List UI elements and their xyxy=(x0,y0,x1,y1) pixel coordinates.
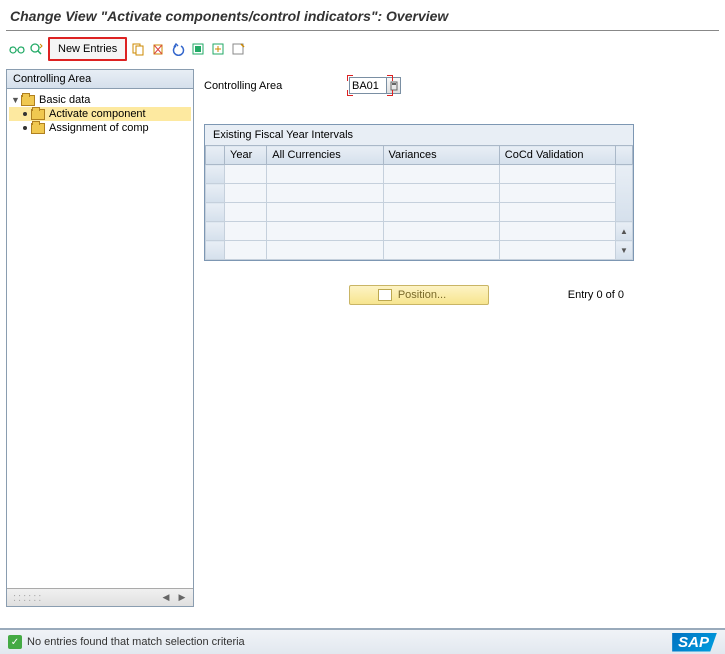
col-year[interactable]: Year xyxy=(225,146,267,165)
row-selector[interactable] xyxy=(206,184,225,203)
cell[interactable] xyxy=(499,222,615,241)
toolbar: New Entries xyxy=(0,31,725,69)
fiscal-year-table: Existing Fiscal Year Intervals Year All … xyxy=(204,124,634,261)
row-selector[interactable] xyxy=(206,222,225,241)
scroll-down-icon[interactable]: ▼ xyxy=(616,241,633,260)
cell[interactable] xyxy=(383,184,499,203)
controlling-area-row: Controlling Area xyxy=(204,77,715,94)
cell[interactable] xyxy=(267,241,383,260)
col-cocd-validation[interactable]: CoCd Validation xyxy=(499,146,615,165)
cell[interactable] xyxy=(383,241,499,260)
controlling-area-label: Controlling Area xyxy=(204,80,349,92)
cell[interactable] xyxy=(267,184,383,203)
scroll-left-icon[interactable]: ◀ xyxy=(159,591,173,605)
copy-icon[interactable] xyxy=(129,40,147,58)
sap-logo: SAP xyxy=(672,633,717,652)
position-icon xyxy=(378,289,392,301)
glasses-icon[interactable] xyxy=(8,40,26,58)
tree-label: Assignment of comp xyxy=(49,122,149,134)
controlling-area-input[interactable] xyxy=(349,77,387,94)
table-title: Existing Fiscal Year Intervals xyxy=(205,125,633,145)
position-label: Position... xyxy=(398,289,446,301)
scroll-up-icon[interactable]: ▲ xyxy=(616,222,633,241)
undo-icon[interactable] xyxy=(169,40,187,58)
cell[interactable] xyxy=(267,203,383,222)
tree-label: Activate component xyxy=(49,108,146,120)
select-all-icon[interactable] xyxy=(189,40,207,58)
sidebar-hscroll: :::::: ◀ ▶ xyxy=(7,588,193,606)
status-check-icon: ✓ xyxy=(8,635,22,649)
deselect-all-icon[interactable] xyxy=(229,40,247,58)
tree-node-assignment[interactable]: Assignment of comp xyxy=(9,121,191,135)
tree: ▼ Basic data Activate component Assignme… xyxy=(7,89,193,588)
cell[interactable] xyxy=(499,241,615,260)
bullet-icon xyxy=(23,126,27,130)
sidebar: Controlling Area ▼ Basic data Activate c… xyxy=(6,69,194,607)
tree-node-activate-component[interactable]: Activate component xyxy=(9,107,191,121)
row-selector[interactable] xyxy=(206,165,225,184)
position-button[interactable]: Position... xyxy=(349,285,489,305)
content-area: Controlling Area ▼ Basic data Activate c… xyxy=(0,69,725,607)
page-title: Change View "Activate components/control… xyxy=(0,0,725,30)
row-selector[interactable] xyxy=(206,203,225,222)
position-row: Position... Entry 0 of 0 xyxy=(204,285,634,305)
cell[interactable] xyxy=(225,203,267,222)
tree-node-basic-data[interactable]: ▼ Basic data xyxy=(9,93,191,107)
cell[interactable] xyxy=(383,203,499,222)
vscroll-track[interactable] xyxy=(616,165,633,222)
table-grid: Year All Currencies Variances CoCd Valid… xyxy=(205,145,633,260)
cell[interactable] xyxy=(225,184,267,203)
cell[interactable] xyxy=(225,241,267,260)
scroll-right-icon[interactable]: ▶ xyxy=(175,591,189,605)
status-bar: ✓ No entries found that match selection … xyxy=(0,628,725,654)
new-entries-button[interactable]: New Entries xyxy=(48,37,127,61)
folder-icon xyxy=(31,109,45,120)
cell[interactable] xyxy=(499,184,615,203)
bullet-icon xyxy=(23,112,27,116)
find-icon[interactable] xyxy=(28,40,46,58)
folder-icon xyxy=(31,123,45,134)
folder-open-icon xyxy=(21,95,35,106)
cell[interactable] xyxy=(499,165,615,184)
sidebar-header: Controlling Area xyxy=(7,70,193,89)
status-message: No entries found that match selection cr… xyxy=(27,636,245,648)
col-all-currencies[interactable]: All Currencies xyxy=(267,146,383,165)
select-block-icon[interactable] xyxy=(209,40,227,58)
main-panel: Controlling Area Existing Fiscal Year In… xyxy=(194,69,725,607)
delete-icon[interactable] xyxy=(149,40,167,58)
cell[interactable] xyxy=(383,165,499,184)
tree-label: Basic data xyxy=(39,94,90,106)
cell[interactable] xyxy=(225,165,267,184)
cell[interactable] xyxy=(225,222,267,241)
col-variances[interactable]: Variances xyxy=(383,146,499,165)
table-corner[interactable] xyxy=(206,146,225,165)
cell[interactable] xyxy=(267,165,383,184)
vscroll-header xyxy=(616,146,633,165)
row-selector[interactable] xyxy=(206,241,225,260)
collapse-icon[interactable]: ▼ xyxy=(11,95,21,105)
cell[interactable] xyxy=(383,222,499,241)
cell[interactable] xyxy=(267,222,383,241)
entry-count: Entry 0 of 0 xyxy=(568,289,624,301)
cell[interactable] xyxy=(499,203,615,222)
